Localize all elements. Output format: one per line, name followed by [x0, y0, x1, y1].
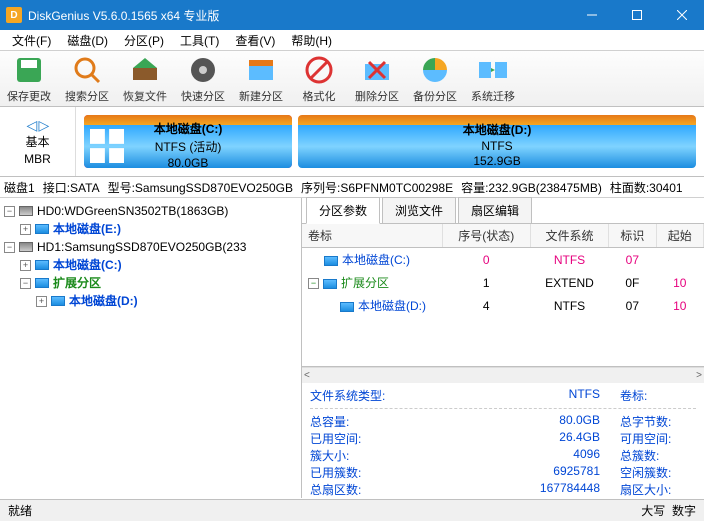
tree-hd0[interactable]: −HD0:WDGreenSN3502TB(1863GB): [4, 202, 299, 220]
partition-bar-c[interactable]: 本地磁盘(C:) NTFS (活动) 80.0GB: [84, 115, 292, 168]
disk-type-label: 基本: [25, 133, 49, 150]
partition-icon: [340, 302, 354, 312]
tree-hd0-e[interactable]: +本地磁盘(E:): [20, 220, 299, 238]
partition-bar-d[interactable]: 本地磁盘(D:) NTFS 152.9GB: [298, 115, 696, 168]
format-button[interactable]: 格式化: [290, 51, 348, 106]
partition-icon: [323, 279, 337, 289]
app-icon: D: [6, 7, 22, 23]
menu-partition[interactable]: 分区(P): [116, 30, 172, 51]
table-row[interactable]: 本地磁盘(D:) 4NTFS0710: [302, 294, 704, 317]
minimize-button[interactable]: [569, 0, 614, 30]
search-partition-button[interactable]: 搜索分区: [58, 51, 116, 106]
detail-pane: 文件系统类型:NTFS卷标: 总容量:80.0GB总字节数: 已用空间:26.4…: [302, 383, 704, 498]
partition-icon: [35, 278, 49, 288]
maximize-button[interactable]: [614, 0, 659, 30]
disk-mbr-label: MBR: [24, 152, 51, 166]
table-row[interactable]: 本地磁盘(C:) 0NTFS07: [302, 248, 704, 272]
next-disk-icon[interactable]: ▷: [39, 117, 49, 131]
tree-hd1-d[interactable]: +本地磁盘(D:): [36, 292, 299, 310]
horizontal-scrollbar[interactable]: <>: [302, 367, 704, 383]
save-changes-button[interactable]: 保存更改: [0, 51, 58, 106]
tree-hd1-ext[interactable]: −扩展分区: [20, 274, 299, 292]
delete-partition-button[interactable]: 删除分区: [348, 51, 406, 106]
close-button[interactable]: [659, 0, 704, 30]
new-partition-button[interactable]: 新建分区: [232, 51, 290, 106]
partition-icon: [35, 260, 49, 270]
window-title: DiskGenius V5.6.0.1565 x64 专业版: [28, 7, 569, 24]
quick-partition-button[interactable]: 快速分区: [174, 51, 232, 106]
toolbar: 保存更改 搜索分区 恢复文件 快速分区 新建分区 格式化 删除分区 备份分区 系…: [0, 51, 704, 107]
menu-view[interactable]: 查看(V): [227, 30, 283, 51]
menu-disk[interactable]: 磁盘(D): [59, 30, 116, 51]
tab-browse-files[interactable]: 浏览文件: [382, 197, 456, 223]
partition-icon: [51, 296, 65, 306]
status-num: 数字: [672, 504, 696, 518]
tab-sector-edit[interactable]: 扇区编辑: [458, 197, 532, 223]
menu-tools[interactable]: 工具(T): [172, 30, 227, 51]
status-text: 就绪: [8, 502, 32, 519]
partition-icon: [35, 224, 49, 234]
disk-info-bar: 磁盘1 接口:SATA 型号:SamsungSSD870EVO250GB 序列号…: [0, 177, 704, 198]
windows-logo-icon: [90, 129, 124, 163]
menubar: 文件(F) 磁盘(D) 分区(P) 工具(T) 查看(V) 帮助(H): [0, 30, 704, 51]
recover-files-button[interactable]: 恢复文件: [116, 51, 174, 106]
partition-table[interactable]: 卷标 序号(状态) 文件系统 标识 起始 本地磁盘(C:) 0NTFS07 −扩…: [302, 224, 704, 317]
disk-icon: [19, 206, 33, 216]
partition-icon: [324, 256, 338, 266]
system-migrate-button[interactable]: 系统迁移: [464, 51, 522, 106]
table-row[interactable]: −扩展分区 1EXTEND0F10: [302, 271, 704, 294]
menu-file[interactable]: 文件(F): [4, 30, 59, 51]
status-caps: 大写: [641, 504, 665, 518]
tree-hd1-c[interactable]: +本地磁盘(C:): [20, 256, 299, 274]
prev-disk-icon[interactable]: ◁: [27, 117, 37, 131]
tree-hd1[interactable]: −HD1:SamsungSSD870EVO250GB(233: [4, 238, 299, 256]
menu-help[interactable]: 帮助(H): [283, 30, 340, 51]
disk-icon: [19, 242, 33, 252]
backup-partition-button[interactable]: 备份分区: [406, 51, 464, 106]
disk-tree[interactable]: −HD0:WDGreenSN3502TB(1863GB) +本地磁盘(E:) −…: [2, 202, 299, 310]
tab-partition-params[interactable]: 分区参数: [306, 197, 380, 224]
